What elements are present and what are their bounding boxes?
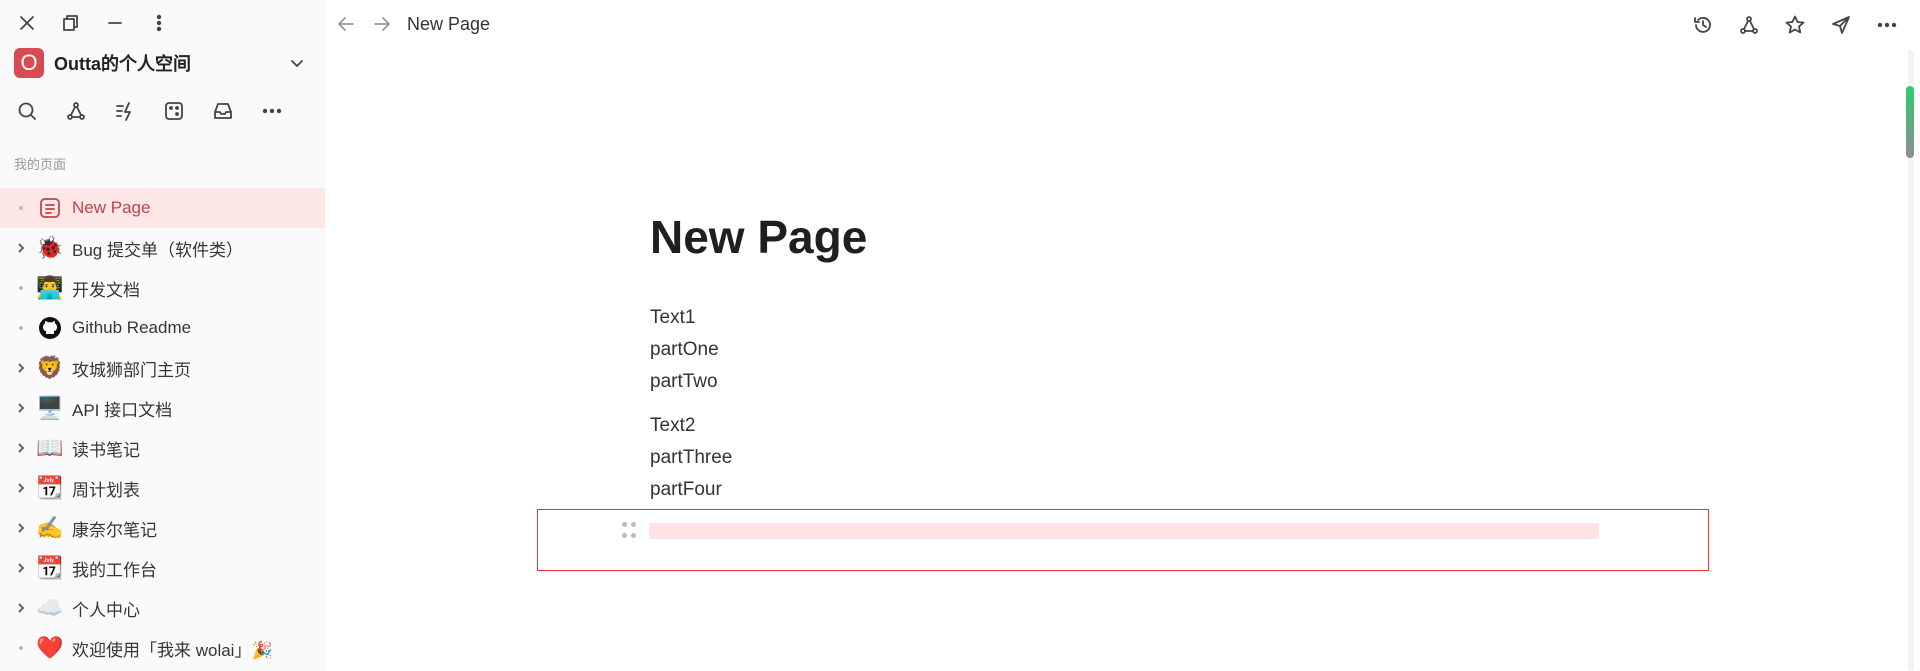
inbox-icon[interactable] [210, 98, 236, 124]
more-horizontal-icon[interactable] [1874, 12, 1900, 38]
sidebar-item-weekly-plan[interactable]: 📆 周计划表 [0, 468, 325, 508]
bug-icon: 🐞 [36, 235, 64, 260]
chevron-right-icon[interactable] [14, 362, 28, 374]
sidebar-toolbar [14, 98, 285, 124]
sidebar-item-dept-home[interactable]: 🦁 攻城狮部门主页 [0, 348, 325, 388]
github-icon [36, 314, 64, 342]
workspace-name: Outta的个人空间 [54, 54, 191, 74]
text-block[interactable]: partTwo [650, 366, 1600, 398]
bullet-dot [14, 206, 28, 210]
sidebar-item-welcome[interactable]: ❤️ 欢迎使用「我来 wolai」🎉 [0, 628, 325, 668]
sidebar-item-personal-center[interactable]: ☁️ 个人中心 [0, 588, 325, 628]
restore-icon[interactable] [58, 10, 84, 36]
text-block[interactable]: partOne [650, 334, 1600, 366]
cloud-icon: ☁️ [36, 595, 64, 620]
forward-arrow-icon[interactable] [371, 13, 395, 37]
chevron-right-icon[interactable] [14, 242, 28, 254]
quick-action-icon[interactable] [112, 98, 138, 124]
workspace-switcher[interactable]: O Outta的个人空间 [14, 48, 310, 78]
scrollbar-thumb[interactable] [1906, 86, 1914, 158]
workspace-logo: O [14, 48, 44, 78]
sidebar-item-label: 欢迎使用「我来 wolai」🎉 [72, 640, 273, 660]
history-icon[interactable] [1690, 12, 1716, 38]
book-icon: 📖 [36, 435, 64, 460]
star-icon[interactable] [1782, 12, 1808, 38]
window-controls [14, 10, 172, 36]
calendar-icon: 📆 [36, 555, 64, 580]
block-placeholder[interactable] [649, 523, 1599, 539]
breadcrumb-title[interactable]: New Page [407, 14, 490, 35]
chevron-right-icon[interactable] [14, 442, 28, 454]
heart-icon: ❤️ [36, 635, 64, 660]
graph-icon[interactable] [1736, 12, 1762, 38]
section-label: 我的页面 [14, 157, 67, 172]
page-actions [1690, 12, 1900, 38]
minimize-icon[interactable] [102, 10, 128, 36]
computer-icon: 🖥️ [36, 395, 64, 420]
sidebar-item-github-readme[interactable]: Github Readme [0, 308, 325, 348]
lion-icon: 🦁 [36, 355, 64, 380]
page-title[interactable]: New Page [650, 210, 1600, 264]
sidebar-item-label: 个人中心 [72, 600, 140, 620]
more-vertical-icon[interactable] [146, 10, 172, 36]
sidebar-item-new-page[interactable]: New Page [0, 188, 325, 228]
sidebar-item-label: 康奈尔笔记 [72, 520, 157, 540]
back-arrow-icon[interactable] [335, 13, 359, 37]
sidebar-item-api-docs[interactable]: 🖥️ API 接口文档 [0, 388, 325, 428]
close-icon[interactable] [14, 10, 40, 36]
page-content: New Page Text1 partOne partTwo Text2 par… [650, 210, 1600, 506]
bullet-dot [14, 286, 28, 290]
developer-icon: 👨‍💻 [36, 275, 64, 300]
bullet-dot [14, 646, 28, 650]
chevron-right-icon[interactable] [14, 482, 28, 494]
chevron-right-icon[interactable] [14, 522, 28, 534]
more-horizontal-icon[interactable] [259, 98, 285, 124]
sidebar-item-label: 读书笔记 [72, 440, 140, 460]
dice-icon[interactable] [161, 98, 187, 124]
sidebar-item-reading-notes[interactable]: 📖 读书笔记 [0, 428, 325, 468]
text-block[interactable]: partThree [650, 442, 1600, 474]
search-icon[interactable] [14, 98, 40, 124]
bullet-dot [14, 326, 28, 330]
sidebar-item-label: API 接口文档 [72, 400, 173, 420]
page-icon [36, 194, 64, 222]
text-block[interactable]: Text2 [650, 410, 1600, 442]
sidebar-item-label: 我的工作台 [72, 560, 157, 580]
sidebar-item-label: 周计划表 [72, 480, 140, 500]
sidebar-item-bug-form[interactable]: 🐞 Bug 提交单（软件类） [0, 228, 325, 268]
sidebar-item-dev-docs[interactable]: 👨‍💻 开发文档 [0, 268, 325, 308]
sidebar-item-label: Github Readme [72, 318, 192, 337]
writing-hand-icon: ✍️ [36, 515, 64, 540]
top-bar: New Page [325, 0, 1920, 50]
chevron-down-icon[interactable] [284, 50, 310, 76]
sidebar-item-cornell-notes[interactable]: ✍️ 康奈尔笔记 [0, 508, 325, 548]
selected-empty-block[interactable] [537, 509, 1709, 571]
share-send-icon[interactable] [1828, 12, 1854, 38]
sidebar-item-label: 攻城狮部门主页 [72, 360, 191, 380]
sidebar-item-workbench[interactable]: 📆 我的工作台 [0, 548, 325, 588]
text-block[interactable]: Text1 [650, 302, 1600, 334]
chevron-right-icon[interactable] [14, 562, 28, 574]
drag-handle-icon[interactable] [622, 522, 636, 540]
chevron-right-icon[interactable] [14, 602, 28, 614]
graph-icon[interactable] [63, 98, 89, 124]
sidebar-item-label: New Page [72, 198, 151, 217]
calendar-icon: 📆 [36, 475, 64, 500]
sidebar: O Outta的个人空间 我的页面 New Page 🐞 Bug 提交单（软件类… [0, 0, 325, 671]
sidebar-item-label: 开发文档 [72, 280, 140, 300]
sidebar-item-label: Bug 提交单（软件类） [72, 240, 243, 260]
page-tree: New Page 🐞 Bug 提交单（软件类） 👨‍💻 开发文档 Github … [0, 188, 325, 668]
text-block[interactable]: partFour [650, 474, 1600, 506]
chevron-right-icon[interactable] [14, 402, 28, 414]
